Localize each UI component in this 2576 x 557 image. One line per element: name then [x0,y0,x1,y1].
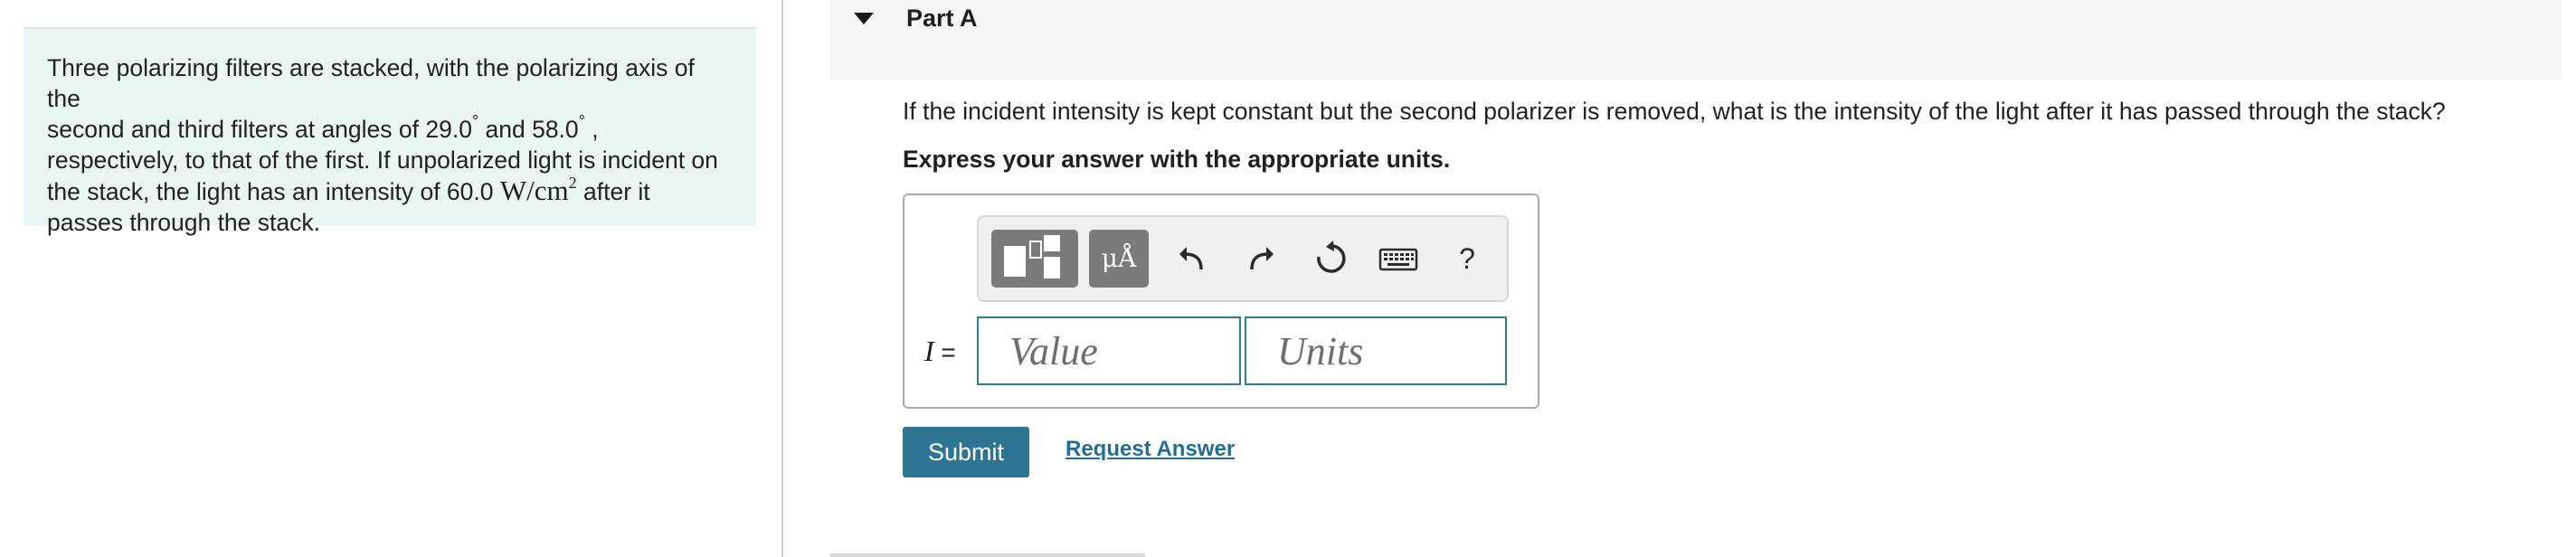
part-header[interactable]: Part A [830,0,2562,80]
units-input[interactable] [1245,316,1507,385]
redo-icon[interactable] [1241,239,1281,278]
templates-icon[interactable] [991,230,1078,288]
intensity-unit-base: W/cm [499,175,569,206]
keyboard-icon[interactable] [1377,239,1420,278]
part-title: Part A [906,5,978,32]
problem-text-angles: second and third filters at angles of 29… [47,116,472,143]
reset-icon[interactable] [1310,239,1350,278]
bottom-divider [830,553,1145,557]
problem-statement: Three polarizing filters are stacked, wi… [24,27,756,236]
problem-text-after: after it [576,178,650,205]
value-input[interactable] [977,316,1241,385]
degree-symbol: ° [578,112,585,131]
equals-sign: = [933,338,956,366]
request-answer-link[interactable]: Request Answer [1065,437,1235,462]
degree-symbol: ° [471,112,479,131]
math-toolbar: μÅ ? [977,215,1509,302]
undo-icon[interactable] [1172,239,1212,278]
answer-variable: I [924,335,934,367]
answer-box: μÅ ? I = [903,194,1539,409]
collapse-caret-icon[interactable] [854,13,874,24]
help-icon[interactable]: ? [1449,237,1485,280]
answer-instruction: Express your answer with the appropriate… [903,146,1451,173]
problem-comma: , [584,116,599,143]
column-divider [781,0,783,557]
problem-text-intensity: the stack, the light has an intensity of… [47,178,500,205]
problem-line-2: second and third filters at angles of 29… [47,112,733,145]
problem-line-4: the stack, the light has an intensity of… [47,175,733,207]
problem-line-5: passes through the stack. [47,209,320,236]
question-text: If the incident intensity is kept consta… [903,98,2446,125]
units-icon[interactable]: μÅ [1089,230,1149,288]
answer-variable-label: I = [924,335,956,368]
problem-line-3: respectively, to that of the first. If u… [47,146,718,174]
problem-text-angle-2: and 58.0 [478,116,579,143]
intensity-unit-exponent: 2 [568,173,577,192]
problem-line-1: Three polarizing filters are stacked, wi… [47,54,695,112]
intensity-unit: W/cm2 [500,175,577,206]
submit-button[interactable]: Submit [903,427,1029,477]
